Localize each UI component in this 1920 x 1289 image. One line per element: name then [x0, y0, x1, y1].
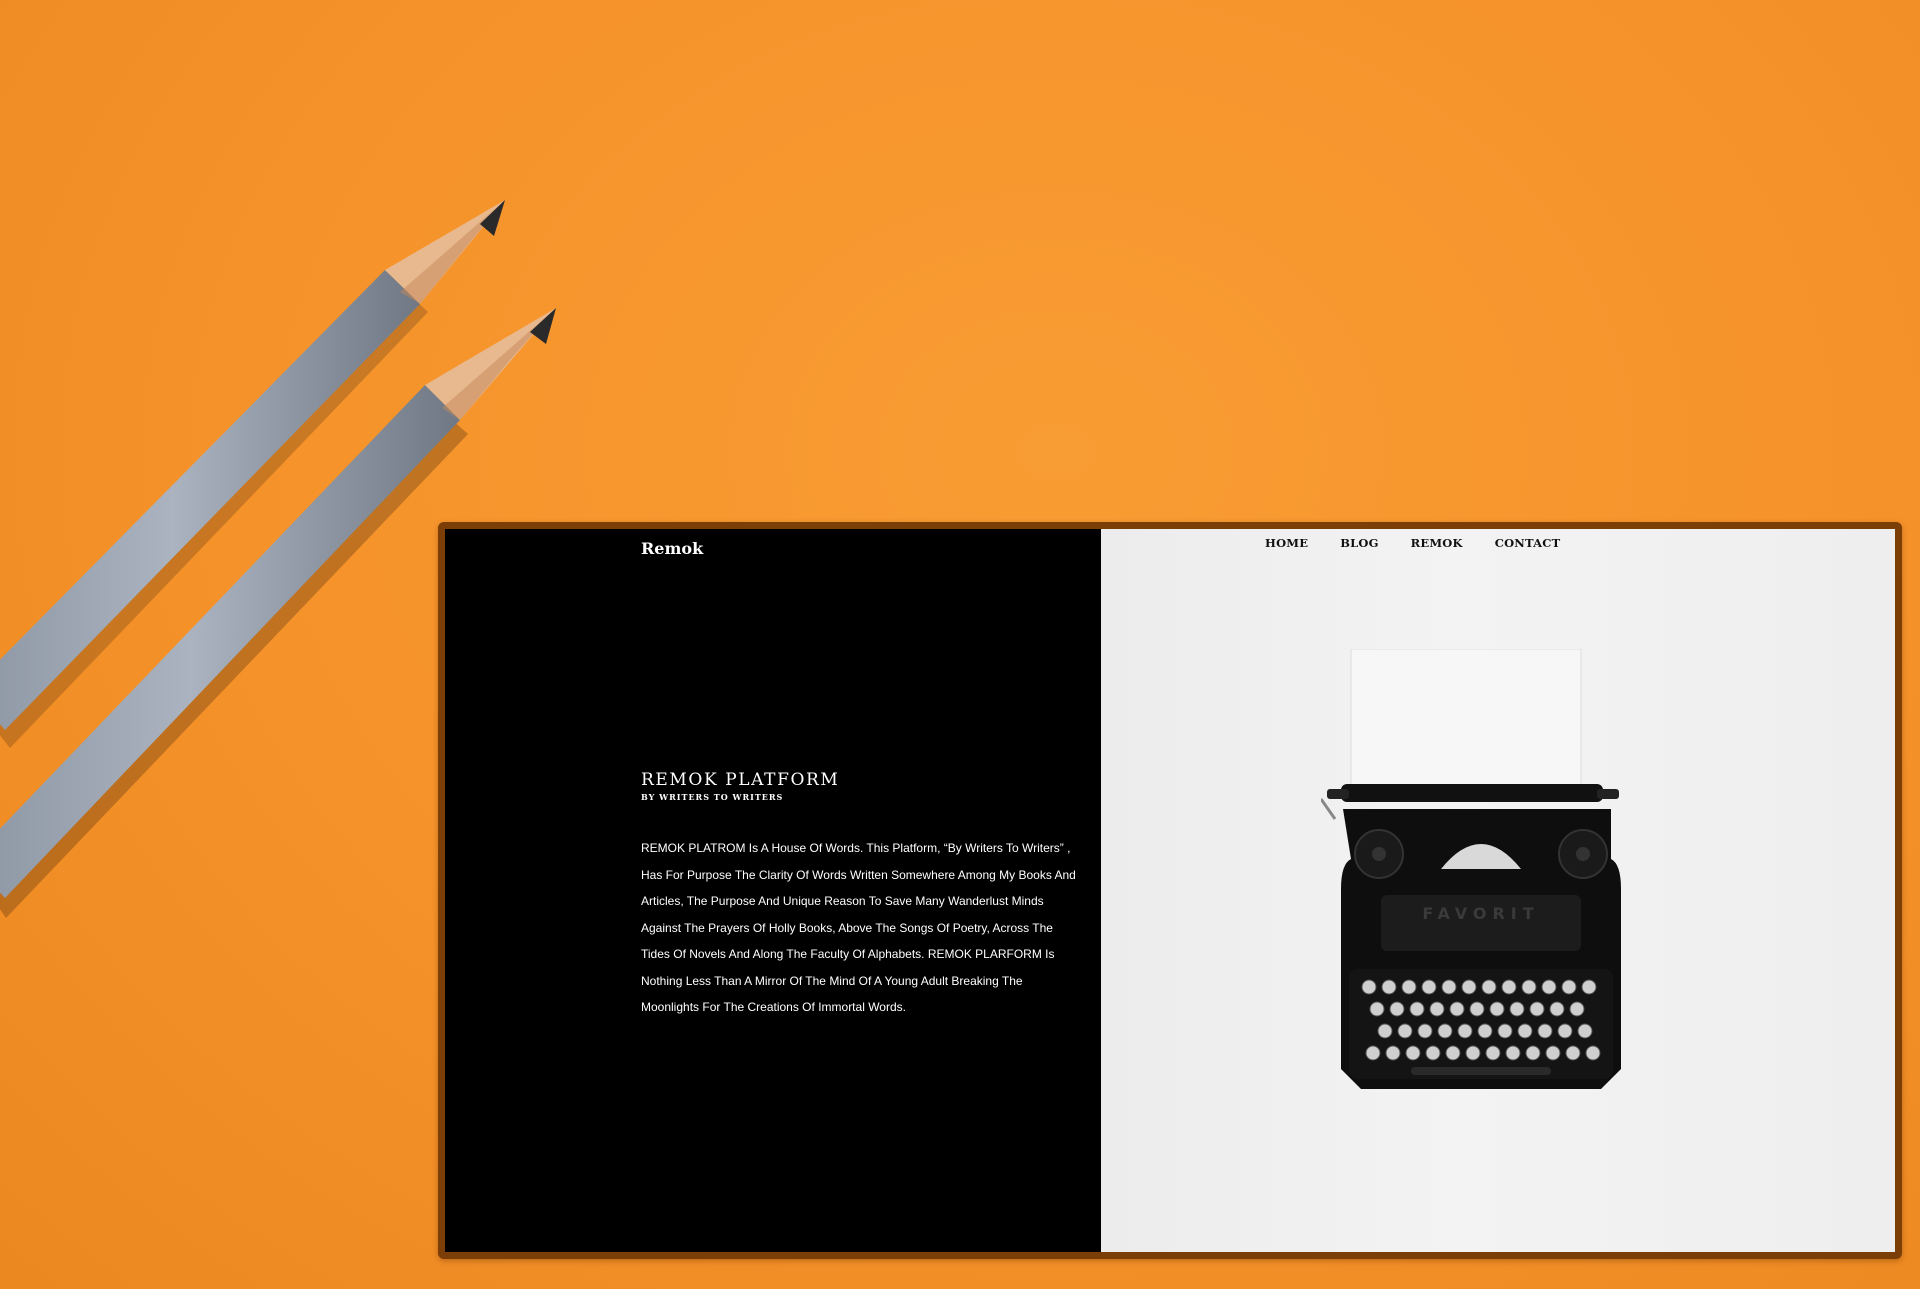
- hero-left-pane: Remok REMOK PLATFORM BY WRITERS TO WRITE…: [445, 529, 1101, 1252]
- typewriter-brand-plate: FAVORIT: [1422, 904, 1539, 923]
- nav-contact-link[interactable]: CONTACT: [1495, 536, 1561, 550]
- hero-title: REMOK PLATFORM: [641, 770, 840, 790]
- nav-blog-link[interactable]: BLOG: [1340, 536, 1378, 550]
- hero-subtitle: BY WRITERS TO WRITERS: [641, 792, 784, 802]
- nav-home-link[interactable]: HOME: [1265, 536, 1308, 550]
- website-preview-frame: Remok REMOK PLATFORM BY WRITERS TO WRITE…: [438, 522, 1902, 1259]
- hero-image-pane: FAVORIT HOME BLOG REMOK CONTACT: [1101, 529, 1895, 1252]
- nav-remok-link[interactable]: REMOK: [1411, 536, 1463, 550]
- site-logo[interactable]: Remok: [641, 539, 703, 558]
- typewriter-image: FAVORIT: [1321, 649, 1621, 1089]
- hero-description: REMOK PLATROM Is A House Of Words. This …: [641, 841, 1076, 1014]
- main-nav: HOME BLOG REMOK CONTACT: [1265, 536, 1560, 550]
